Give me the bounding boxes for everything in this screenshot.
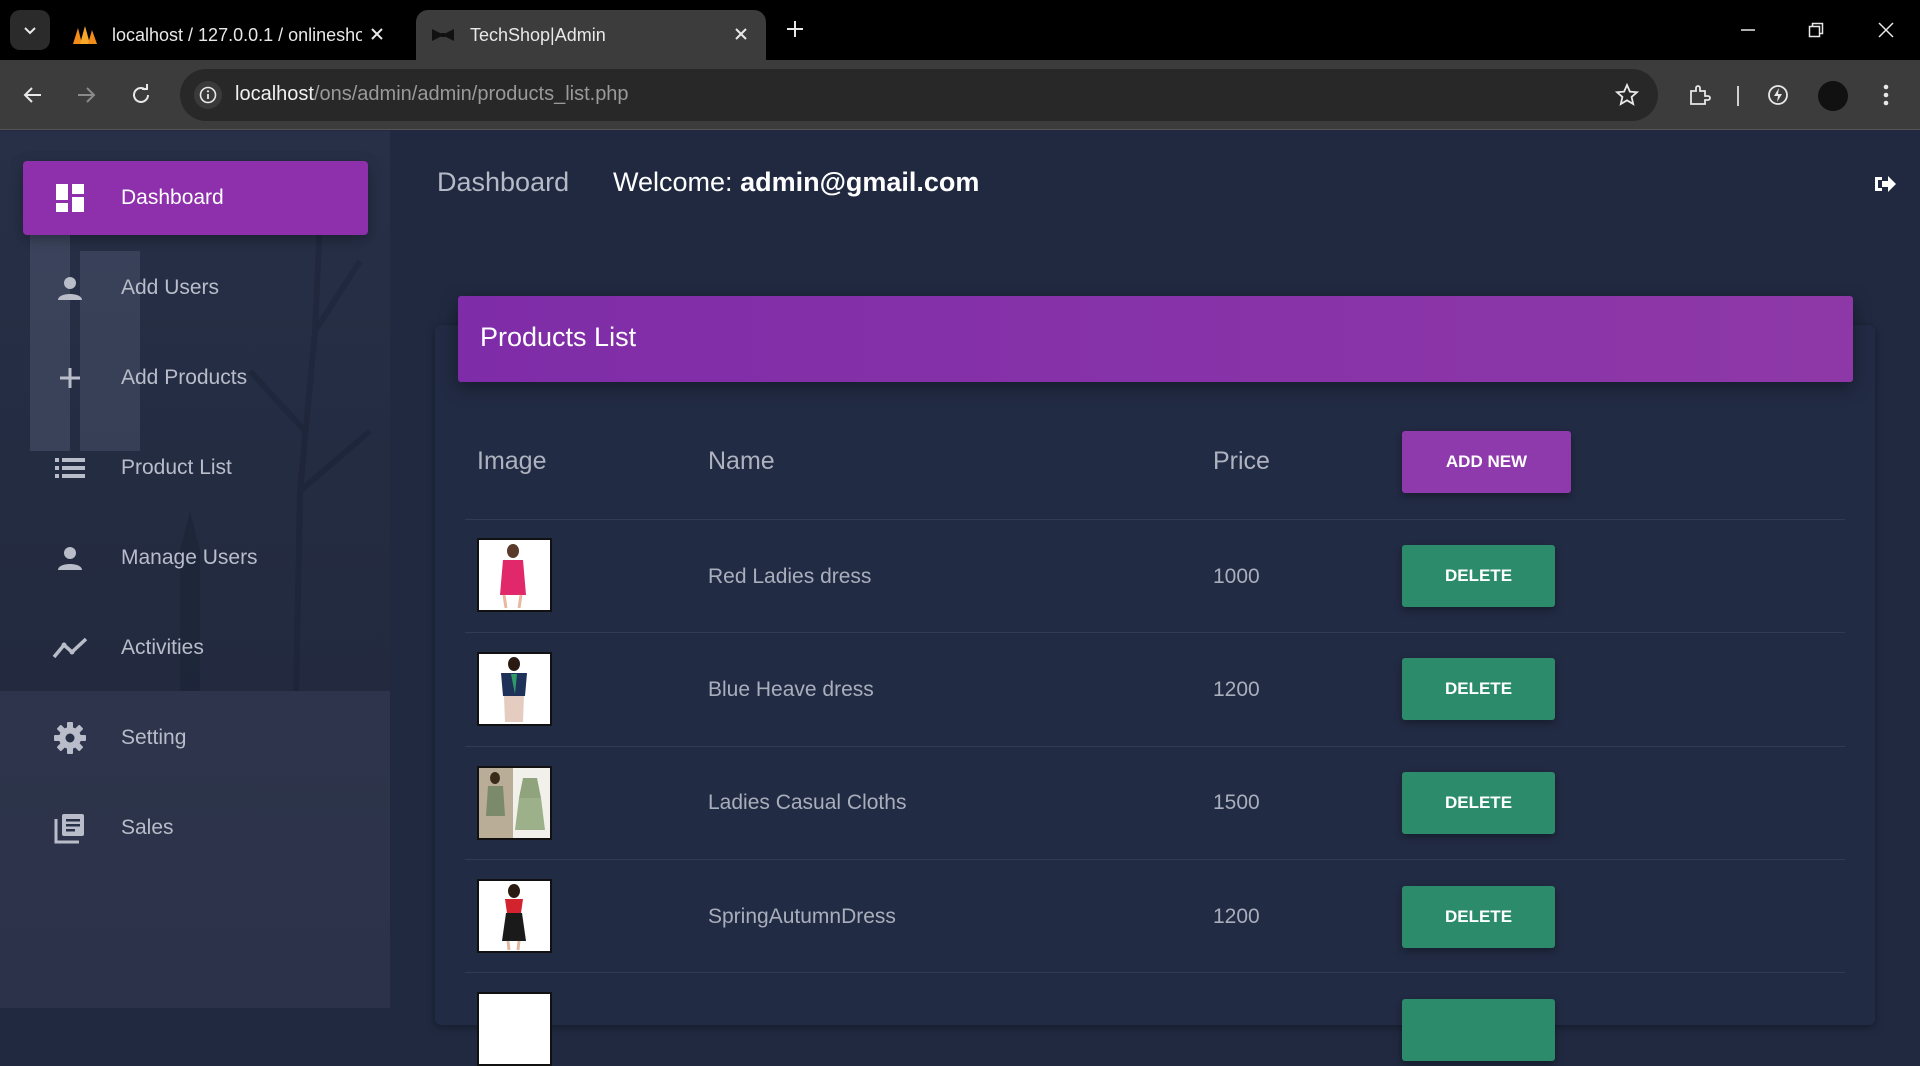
minimize-icon: [1741, 29, 1755, 31]
browser-tab-strip: localhost / 127.0.0.1 / onlineshop TechS…: [0, 0, 1920, 60]
toolbar-separator: [1737, 86, 1739, 106]
row-divider: [465, 519, 1845, 520]
logout-icon[interactable]: [1870, 170, 1900, 198]
person-icon: [49, 267, 91, 309]
row-divider: [465, 746, 1845, 747]
column-header-image: Image: [477, 447, 547, 475]
url-path: /ons/admin/admin/products_list.php: [313, 83, 629, 105]
url-text[interactable]: localhost/ons/admin/admin/products_list.…: [235, 83, 629, 106]
product-thumbnail: [477, 766, 552, 840]
phpmyadmin-icon: [72, 24, 98, 46]
chevron-down-icon: [24, 27, 36, 35]
restore-icon: [1808, 22, 1824, 38]
menu-kebab-icon[interactable]: [1868, 77, 1904, 113]
product-thumbnail: [477, 652, 552, 726]
row-divider: [465, 972, 1845, 973]
sidebar-item-manage-users[interactable]: Manage Users: [23, 521, 368, 595]
delete-button[interactable]: DELETE: [1402, 886, 1555, 948]
product-name: Blue Heave dress: [708, 678, 874, 701]
dashboard-icon: [49, 177, 91, 219]
person-icon: [49, 537, 91, 579]
sidebar-item-activities[interactable]: Activities: [23, 611, 368, 685]
sidebar-item-label: Add Users: [121, 276, 220, 299]
add-new-button[interactable]: ADD NEW: [1402, 431, 1571, 493]
product-thumbnail: [477, 879, 552, 953]
products-card: [435, 325, 1875, 1025]
sidebar-item-label: Product List: [121, 456, 232, 479]
forward-button[interactable]: [68, 77, 104, 113]
arrow-left-icon: [23, 87, 41, 103]
tab-title: localhost / 127.0.0.1 / onlineshop: [112, 24, 362, 45]
product-thumbnail: [477, 992, 552, 1066]
delete-button[interactable]: [1402, 999, 1555, 1061]
arrow-right-icon: [78, 87, 96, 103]
sidebar-item-label: Sales: [121, 816, 174, 839]
sidebar-item-product-list[interactable]: Product List: [23, 431, 368, 505]
tab-techshop-admin[interactable]: TechShop|Admin: [416, 10, 766, 60]
close-icon: [1878, 22, 1894, 38]
column-header-price: Price: [1213, 447, 1270, 475]
plus-icon: [787, 21, 803, 37]
library-books-icon: [49, 807, 91, 849]
list-icon: [49, 447, 91, 489]
tab-phpmyadmin[interactable]: localhost / 127.0.0.1 / onlineshop: [62, 10, 402, 60]
sidebar-item-setting[interactable]: Setting: [23, 701, 368, 775]
product-name: Ladies Casual Cloths: [708, 791, 907, 814]
user-email: admin@gmail.com: [740, 167, 980, 197]
site-info-icon[interactable]: [194, 81, 222, 109]
welcome-message: Welcome: admin@gmail.com: [613, 167, 979, 198]
new-tab-button[interactable]: [780, 14, 810, 44]
gear-icon: [49, 717, 91, 759]
product-name: SpringAutumnDress: [708, 905, 896, 928]
back-button[interactable]: [15, 77, 51, 113]
delete-button[interactable]: DELETE: [1402, 545, 1555, 607]
plus-icon: [49, 357, 91, 399]
address-bar[interactable]: localhost/ons/admin/admin/products_list.…: [180, 69, 1658, 121]
sidebar-item-label: Activities: [121, 636, 204, 659]
sidebar-item-label: Setting: [121, 726, 187, 749]
product-price: 1200: [1213, 678, 1260, 701]
product-price: 1200: [1213, 905, 1260, 928]
page-title[interactable]: Dashboard: [437, 167, 569, 198]
tab-search-button[interactable]: [10, 10, 50, 50]
product-price: 1500: [1213, 791, 1260, 814]
column-header-name: Name: [708, 447, 775, 475]
minimize-button[interactable]: [1728, 12, 1768, 48]
bookmark-star-icon[interactable]: [1614, 82, 1640, 108]
profile-avatar[interactable]: [1818, 81, 1848, 111]
row-divider: [465, 632, 1845, 633]
product-thumbnail: [477, 538, 552, 612]
welcome-label: Welcome:: [613, 167, 733, 197]
tab-title: TechShop|Admin: [470, 24, 606, 45]
bowtie-icon: [430, 24, 456, 46]
reload-icon: [133, 84, 149, 103]
sidebar-item-label: Manage Users: [121, 546, 258, 569]
sidebar: Dashboard Add Users Add Products Product…: [0, 131, 390, 1008]
extensions-icon[interactable]: [1681, 77, 1717, 113]
row-divider: [465, 859, 1845, 860]
product-name: Red Ladies dress: [708, 565, 872, 588]
trending-icon: [49, 627, 91, 669]
performance-icon[interactable]: [1760, 77, 1796, 113]
products-card-header: Products List: [458, 296, 1853, 382]
sidebar-item-add-products[interactable]: Add Products: [23, 341, 368, 415]
url-host: localhost: [235, 83, 314, 105]
close-tab-icon[interactable]: [730, 23, 752, 45]
delete-button[interactable]: DELETE: [1402, 658, 1555, 720]
restore-button[interactable]: [1796, 12, 1836, 48]
reload-button[interactable]: [123, 77, 159, 113]
close-tab-icon[interactable]: [366, 23, 388, 45]
sidebar-item-sales[interactable]: Sales: [23, 791, 368, 865]
sidebar-item-label: Dashboard: [121, 186, 224, 209]
sidebar-item-label: Add Products: [121, 366, 248, 389]
close-window-button[interactable]: [1866, 12, 1906, 48]
sidebar-item-add-users[interactable]: Add Users: [23, 251, 368, 325]
browser-toolbar: localhost/ons/admin/admin/products_list.…: [0, 60, 1920, 130]
product-price: 1000: [1213, 565, 1260, 588]
card-title: Products List: [480, 322, 637, 352]
sidebar-item-dashboard[interactable]: Dashboard: [23, 161, 368, 235]
delete-button[interactable]: DELETE: [1402, 772, 1555, 834]
